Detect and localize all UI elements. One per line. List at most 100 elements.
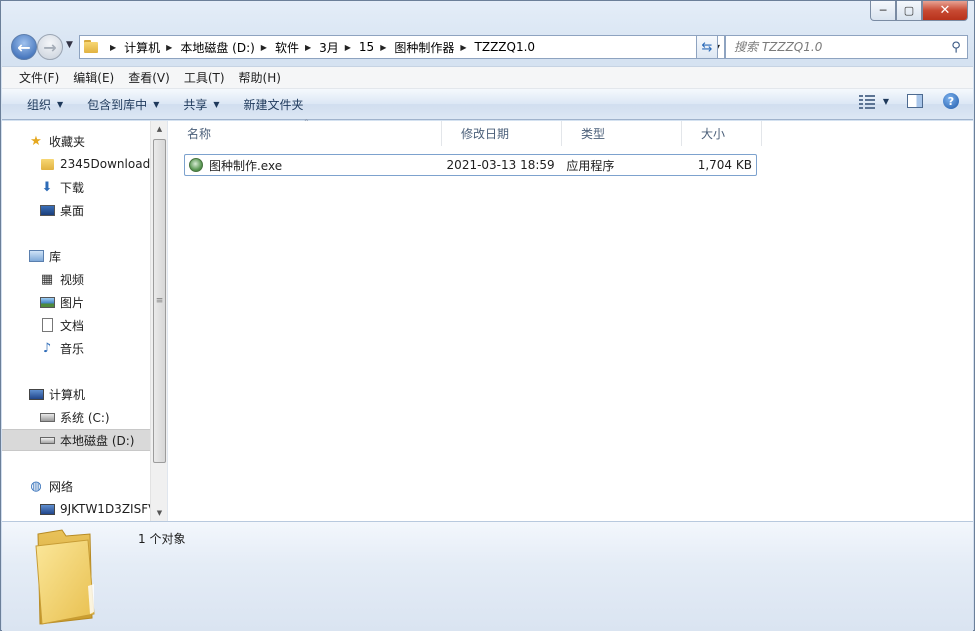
maximize-button[interactable]: ▢ <box>896 1 922 21</box>
preview-pane-icon[interactable] <box>907 94 923 108</box>
column-type-label: 类型 <box>581 127 606 141</box>
favorites-star-icon: ★ <box>30 133 42 149</box>
application-icon <box>189 158 203 172</box>
nav-computer-label: 计算机 <box>49 387 86 402</box>
menu-view[interactable]: 查看(V) <box>121 69 177 86</box>
nav-item-label: 文档 <box>60 318 85 333</box>
navigation-row: ← → ▼ ▶ 计算机 ▶ 本地磁盘 (D:) ▶ 软件 ▶ 3月 ▶ 15 ▶… <box>9 31 968 63</box>
nav-item-network-pc[interactable]: 9JKTW1D3ZISFV <box>2 498 150 520</box>
nav-item-videos[interactable]: ▦ 视频 <box>2 268 150 290</box>
breadcrumb-march[interactable]: 3月 <box>319 39 339 56</box>
breadcrumb-arrow-icon[interactable]: ▶ <box>380 43 386 52</box>
close-button[interactable]: ✕ <box>922 1 968 21</box>
new-folder-label: 新建文件夹 <box>243 97 304 112</box>
help-icon[interactable]: ? <box>943 93 959 109</box>
nav-libraries[interactable]: 库 <box>2 245 150 267</box>
documents-icon <box>39 317 55 333</box>
column-name[interactable]: ⌃ 名称 <box>168 118 442 146</box>
file-name: 图种制作.exe <box>208 158 283 173</box>
organize-label: 组织 <box>27 97 52 112</box>
organize-button[interactable]: 组织 ▼ <box>18 96 72 113</box>
change-view-icon[interactable] <box>858 94 875 109</box>
nav-item-pictures[interactable]: 图片 <box>2 291 150 313</box>
nav-item-2345downloads[interactable]: 2345Downloads <box>2 153 150 175</box>
nav-network-label: 网络 <box>49 479 74 494</box>
column-size-label: 大小 <box>701 127 726 141</box>
nav-item-drive-c[interactable]: 系统 (C:) <box>2 406 150 428</box>
breadcrumb-15[interactable]: 15 <box>359 40 374 54</box>
chevron-down-icon: ▼ <box>57 99 64 109</box>
explorer-window: ─ ▢ ✕ ← → ▼ ▶ 计算机 ▶ 本地磁盘 (D:) ▶ 软件 ▶ 3月 … <box>0 0 975 631</box>
breadcrumb-arrow-icon[interactable]: ▶ <box>460 43 466 52</box>
breadcrumb-arrow-icon[interactable]: ▶ <box>345 43 351 52</box>
menu-help[interactable]: 帮助(H) <box>232 69 288 86</box>
scroll-thumb[interactable]: ≡ <box>153 139 166 463</box>
breadcrumb-arrow-icon[interactable]: ▶ <box>261 43 267 52</box>
folder-icon <box>84 40 100 54</box>
downloads-icon: ⬇ <box>41 179 53 195</box>
computer-icon <box>28 386 44 402</box>
folder-icon <box>39 156 55 172</box>
more-views-chevron-icon[interactable]: ▼ <box>883 97 889 106</box>
folder-icon <box>35 529 95 625</box>
nav-item-label: 系统 (C:) <box>60 410 110 425</box>
breadcrumb-software[interactable]: 软件 <box>275 39 299 56</box>
forward-button[interactable]: → <box>37 34 63 60</box>
breadcrumb-drive-d[interactable]: 本地磁盘 (D:) <box>180 39 254 56</box>
navigation-pane: ★ 收藏夹 2345Downloads ⬇ 下载 桌面 库 ▦ 视频 图片 文档… <box>2 121 150 521</box>
breadcrumb-arrow-icon[interactable]: ▶ <box>305 43 311 52</box>
breadcrumb-computer[interactable]: 计算机 <box>124 39 160 56</box>
file-modified: 2021-03-13 18:59 <box>446 158 555 172</box>
table-row[interactable]: 图种制作.exe 2021-03-13 18:59 应用程序 1,704 KB <box>184 154 757 176</box>
column-type[interactable]: 类型 <box>562 121 682 146</box>
scroll-up-icon[interactable]: ▲ <box>151 121 168 137</box>
breadcrumb-arrow-icon[interactable]: ▶ <box>110 43 116 52</box>
search-input[interactable] <box>734 40 945 54</box>
column-size[interactable]: 大小 <box>682 121 762 146</box>
chevron-down-icon: ▼ <box>213 99 220 109</box>
back-button[interactable]: ← <box>11 34 37 60</box>
nav-item-drive-d[interactable]: 本地磁盘 (D:) <box>2 429 150 451</box>
view-controls: ▼ ? <box>858 93 959 109</box>
refresh-button[interactable]: ⇆ <box>696 35 718 59</box>
search-box[interactable]: ⚲ <box>725 35 968 59</box>
breadcrumb-tool-folder[interactable]: 图种制作器 <box>394 39 454 56</box>
new-folder-button[interactable]: 新建文件夹 <box>235 96 313 113</box>
scroll-down-icon[interactable]: ▼ <box>151 505 168 521</box>
menu-bar: 文件(F) 编辑(E) 查看(V) 工具(T) 帮助(H) <box>2 66 973 89</box>
column-name-label: 名称 <box>187 127 212 141</box>
address-bar[interactable]: ▶ 计算机 ▶ 本地磁盘 (D:) ▶ 软件 ▶ 3月 ▶ 15 ▶ 图种制作器… <box>79 35 725 59</box>
recent-pages-button[interactable]: ▼ <box>66 40 73 50</box>
nav-computer[interactable]: 计算机 <box>2 383 150 405</box>
search-icon[interactable]: ⚲ <box>945 40 967 55</box>
include-library-label: 包含到库中 <box>87 97 148 112</box>
menu-tools[interactable]: 工具(T) <box>177 69 232 86</box>
chevron-down-icon: ▼ <box>153 99 160 109</box>
video-icon: ▦ <box>40 271 54 287</box>
breadcrumb-arrow-icon[interactable]: ▶ <box>166 43 172 52</box>
nav-network[interactable]: ◍ 网络 <box>2 475 150 497</box>
nav-favorites[interactable]: ★ 收藏夹 <box>2 130 150 152</box>
nav-item-label: 2345Downloads <box>60 157 150 171</box>
drive-icon <box>39 432 55 448</box>
nav-item-music[interactable]: ♪ 音乐 <box>2 337 150 359</box>
chevron-down-icon: ▼ <box>66 40 73 50</box>
include-in-library-button[interactable]: 包含到库中 ▼ <box>78 96 168 113</box>
column-modified-label: 修改日期 <box>461 127 510 141</box>
breadcrumb: ▶ 计算机 ▶ 本地磁盘 (D:) ▶ 软件 ▶ 3月 ▶ 15 ▶ 图种制作器… <box>104 39 535 56</box>
column-modified[interactable]: 修改日期 <box>442 121 562 146</box>
navigation-scrollbar[interactable]: ▲ ≡ ▼ <box>150 121 167 521</box>
nav-libraries-label: 库 <box>49 249 62 264</box>
share-button[interactable]: 共享 ▼ <box>174 96 228 113</box>
nav-item-downloads[interactable]: ⬇ 下载 <box>2 176 150 198</box>
nav-item-label: 图片 <box>60 295 85 310</box>
breadcrumb-current[interactable]: TZZZQ1.0 <box>475 40 536 54</box>
menu-file[interactable]: 文件(F) <box>12 69 66 86</box>
nav-item-label: 视频 <box>60 272 85 287</box>
minimize-button[interactable]: ─ <box>870 1 896 21</box>
nav-item-documents[interactable]: 文档 <box>2 314 150 336</box>
menu-edit[interactable]: 编辑(E) <box>66 69 121 86</box>
nav-item-desktop[interactable]: 桌面 <box>2 199 150 221</box>
file-list: ⌃ 名称 修改日期 类型 大小 图种制作.exe 2021-03-13 18:5… <box>167 118 973 521</box>
system-drive-icon <box>39 409 55 425</box>
